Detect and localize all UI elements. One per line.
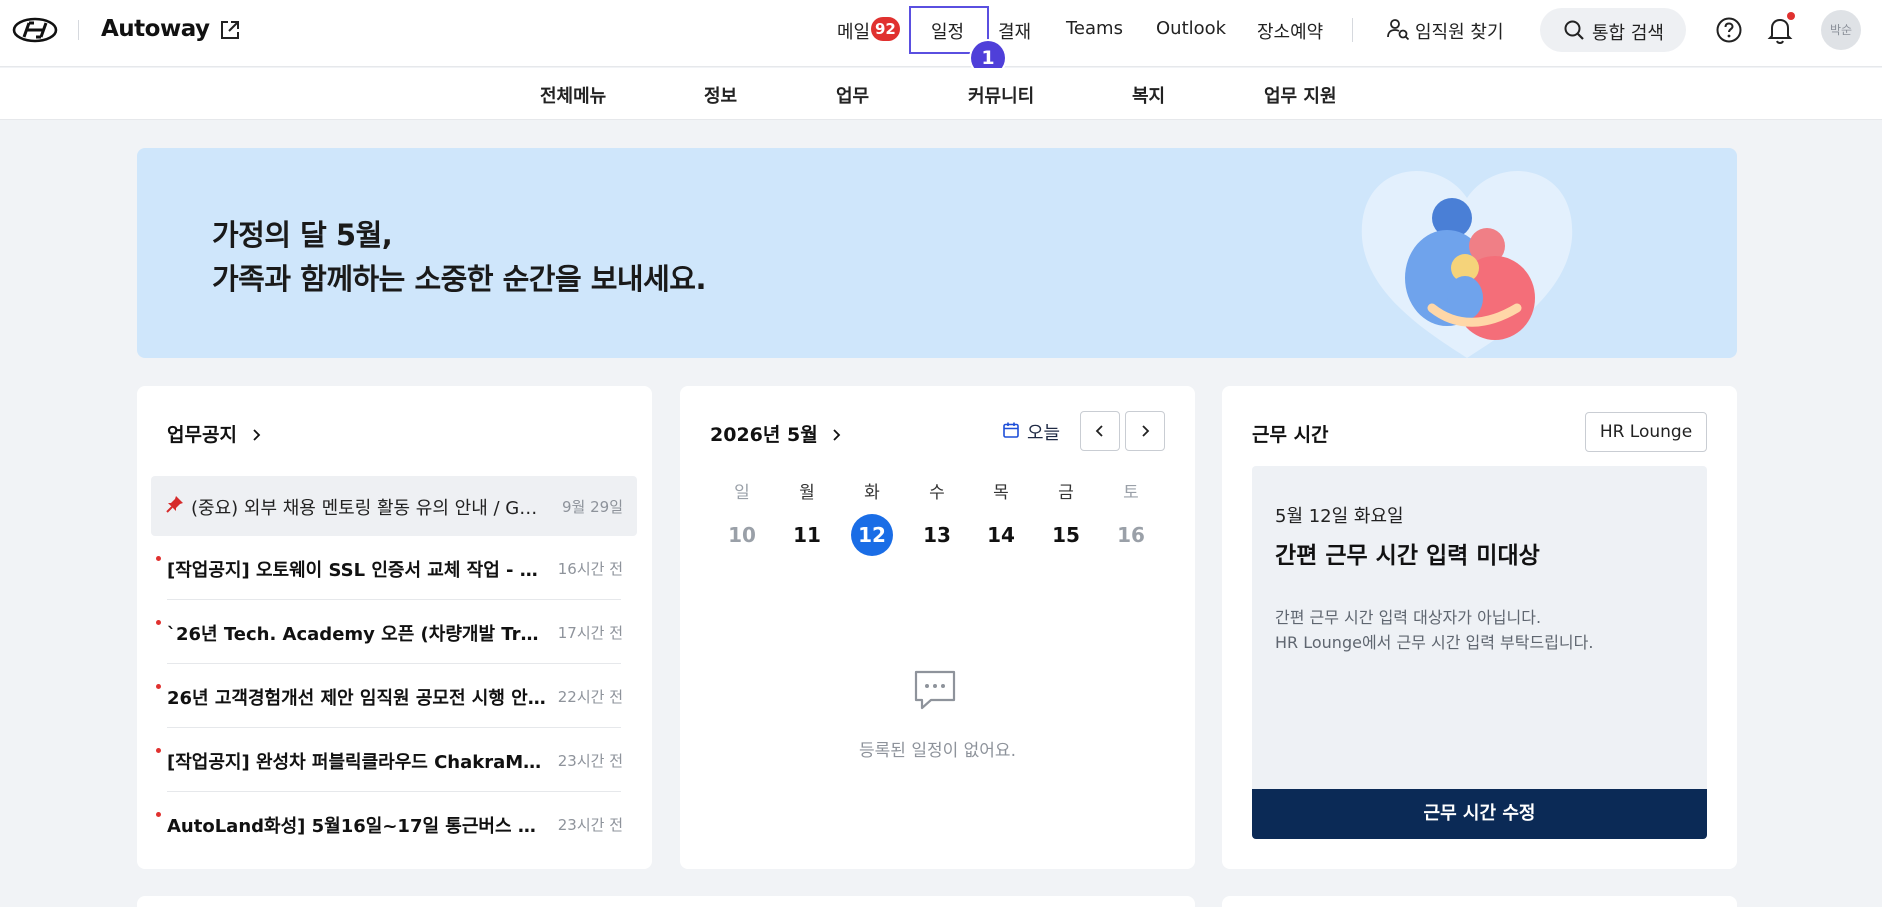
chevron-right-icon <box>833 429 841 441</box>
notice-title: 업무공지 <box>167 424 237 446</box>
subnav-info[interactable]: 정보 <box>704 82 737 108</box>
chevron-left-icon <box>1095 425 1103 437</box>
notice-item-time: 17시간 전 <box>557 624 623 642</box>
work-hours-panel: 5월 12일 화요일 간편 근무 시간 입력 미대상 간편 근무 시간 입력 대… <box>1252 466 1707 839</box>
notice-list: (중요) 외부 채용 멘토링 활동 유의 안내 / Guid… 9월 29일 [… <box>151 476 637 856</box>
logo-divider <box>78 20 79 40</box>
calendar-day[interactable]: 16 <box>1110 514 1152 556</box>
chevron-right-icon <box>1142 425 1150 437</box>
chevron-right-icon <box>252 429 260 441</box>
notice-item-time: 9월 29일 <box>562 498 623 516</box>
next-card-peek <box>1222 896 1737 907</box>
mail-count-badge: 92 <box>871 17 900 41</box>
unread-dot <box>156 620 161 625</box>
top-bar: Autoway 메일 92 일정 1 결재 Teams Outlook 장소예약… <box>0 0 1882 75</box>
subnav-work[interactable]: 업무 <box>836 82 869 108</box>
search-button-label: 통합 검색 <box>1592 23 1664 44</box>
weekday-wed: 수 <box>929 483 945 503</box>
gnb-teams[interactable]: Teams <box>1066 18 1123 39</box>
search-icon <box>1564 20 1584 40</box>
gnb-outlook[interactable]: Outlook <box>1156 18 1226 39</box>
subnav-all-menu[interactable]: 전체메뉴 <box>540 82 606 108</box>
next-week-button[interactable] <box>1125 411 1165 451</box>
notification-dot <box>1787 12 1795 20</box>
hr-lounge-button[interactable]: HR Lounge <box>1585 412 1707 452</box>
notice-item-title: AutoLand화성] 5월16일~17일 통근버스 운영 공지 <box>167 816 549 837</box>
notice-item-title: `26년 Tech. Academy 오픈 (차량개발 Track, … <box>167 624 549 645</box>
subnav-community[interactable]: 커뮤니티 <box>968 82 1034 108</box>
calendar-day[interactable]: 14 <box>980 514 1022 556</box>
banner-line-1: 가정의 달 5월, <box>212 218 393 252</box>
work-date: 5월 12일 화요일 <box>1275 506 1404 527</box>
sub-navigation: 전체메뉴 정보 업무 커뮤니티 복지 업무 지원 <box>0 68 1882 120</box>
notice-item-time: 22시간 전 <box>557 688 623 706</box>
avatar[interactable]: 박순 <box>1821 10 1861 50</box>
today-label: 오늘 <box>1027 423 1061 444</box>
subnav-welfare[interactable]: 복지 <box>1132 82 1165 108</box>
banner-line-2: 가족과 함께하는 소중한 순간을 보내세요. <box>212 262 706 296</box>
weekday-thu: 목 <box>993 483 1009 503</box>
integrated-search-button[interactable]: 통합 검색 <box>1540 8 1686 52</box>
chat-bubble-icon <box>914 670 956 710</box>
pin-icon <box>166 496 183 513</box>
notice-item[interactable]: `26년 Tech. Academy 오픈 (차량개발 Track, … 17시… <box>151 600 637 664</box>
hyundai-logo-icon[interactable] <box>12 17 58 43</box>
notice-item[interactable]: [작업공지] 완성차 퍼블릭클라우드 ChakraMax … 23시간 전 <box>151 728 637 792</box>
brand-title[interactable]: Autoway <box>101 16 210 42</box>
subnav-work-support[interactable]: 업무 지원 <box>1264 82 1337 108</box>
calendar-month-title: 2026년 5월 <box>710 424 818 446</box>
notice-item-title: [작업공지] 완성차 퍼블릭클라우드 ChakraMax … <box>167 752 549 773</box>
person-search-icon[interactable] <box>1386 17 1410 41</box>
notice-item-title: 26년 고객경험개선 제안 임직원 공모전 시행 안내… <box>167 688 549 709</box>
notice-item[interactable]: [작업공지] 오토웨이 SSL 인증서 교체 작업 - 5/1… 16시간 전 <box>151 536 637 600</box>
prev-week-button[interactable] <box>1080 411 1120 451</box>
next-card-peek <box>137 896 1195 907</box>
family-hug-illustration <box>1361 171 1573 358</box>
notice-item-time: 16시간 전 <box>557 560 623 578</box>
calendar-card: 2026년 5월 오늘 일 월 화 수 목 금 토 10 11 12 13 14… <box>680 386 1195 869</box>
work-hours-title: 근무 시간 <box>1252 424 1329 446</box>
notice-card: 업무공지 (중요) 외부 채용 멘토링 활동 유의 안내 / Guid… 9월 … <box>137 386 652 869</box>
unread-dot <box>156 812 161 817</box>
work-description-1: 간편 근무 시간 입력 대상자가 아닙니다. <box>1275 608 1542 627</box>
notice-item-title: (중요) 외부 채용 멘토링 활동 유의 안내 / Guid… <box>191 498 548 519</box>
external-link-icon[interactable] <box>219 19 241 41</box>
gnb-room-reservation[interactable]: 장소예약 <box>1257 18 1323 44</box>
people-search-link[interactable]: 임직원 찾기 <box>1415 18 1504 44</box>
notice-item[interactable]: AutoLand화성] 5월16일~17일 통근버스 운영 공지 23시간 전 <box>151 792 637 856</box>
notice-title-link[interactable]: 업무공지 <box>167 420 264 447</box>
notice-item-title: [작업공지] 오토웨이 SSL 인증서 교체 작업 - 5/1… <box>167 560 549 581</box>
calendar-day[interactable]: 15 <box>1045 514 1087 556</box>
calendar-day-selected[interactable]: 12 <box>851 514 893 556</box>
calendar-month-link[interactable]: 2026년 5월 <box>710 420 844 447</box>
help-icon[interactable] <box>1715 16 1743 44</box>
weekday-sun: 일 <box>734 483 750 503</box>
calendar-day[interactable]: 11 <box>786 514 828 556</box>
weekday-fri: 금 <box>1058 483 1074 503</box>
gnb-divider <box>1352 18 1353 42</box>
edit-work-hours-button[interactable]: 근무 시간 수정 <box>1252 789 1707 839</box>
unread-dot <box>156 748 161 753</box>
notice-item-pinned[interactable]: (중요) 외부 채용 멘토링 활동 유의 안내 / Guid… 9월 29일 <box>151 476 637 536</box>
work-description-2: HR Lounge에서 근무 시간 입력 부탁드립니다. <box>1275 633 1594 652</box>
weekday-tue: 화 <box>864 483 880 503</box>
empty-schedule-text: 등록된 일정이 없어요. <box>859 741 1016 761</box>
calendar-day[interactable]: 13 <box>916 514 958 556</box>
notice-item-time: 23시간 전 <box>557 752 623 770</box>
notice-item[interactable]: 26년 고객경험개선 제안 임직원 공모전 시행 안내… 22시간 전 <box>151 664 637 728</box>
gnb-approval[interactable]: 결재 <box>998 18 1031 44</box>
work-hours-card: 근무 시간 HR Lounge 5월 12일 화요일 간편 근무 시간 입력 미… <box>1222 386 1737 869</box>
calendar-day[interactable]: 10 <box>721 514 763 556</box>
calendar-icon <box>1003 422 1019 438</box>
unread-dot <box>156 684 161 689</box>
notice-item-time: 23시간 전 <box>557 816 623 834</box>
weekday-sat: 토 <box>1123 483 1139 503</box>
unread-dot <box>156 556 161 561</box>
weekday-mon: 월 <box>799 483 815 503</box>
promo-banner[interactable]: 가정의 달 5월, 가족과 함께하는 소중한 순간을 보내세요. <box>137 148 1737 358</box>
work-status-heading: 간편 근무 시간 입력 미대상 <box>1275 543 1540 569</box>
gnb-mail[interactable]: 메일 <box>837 18 870 44</box>
